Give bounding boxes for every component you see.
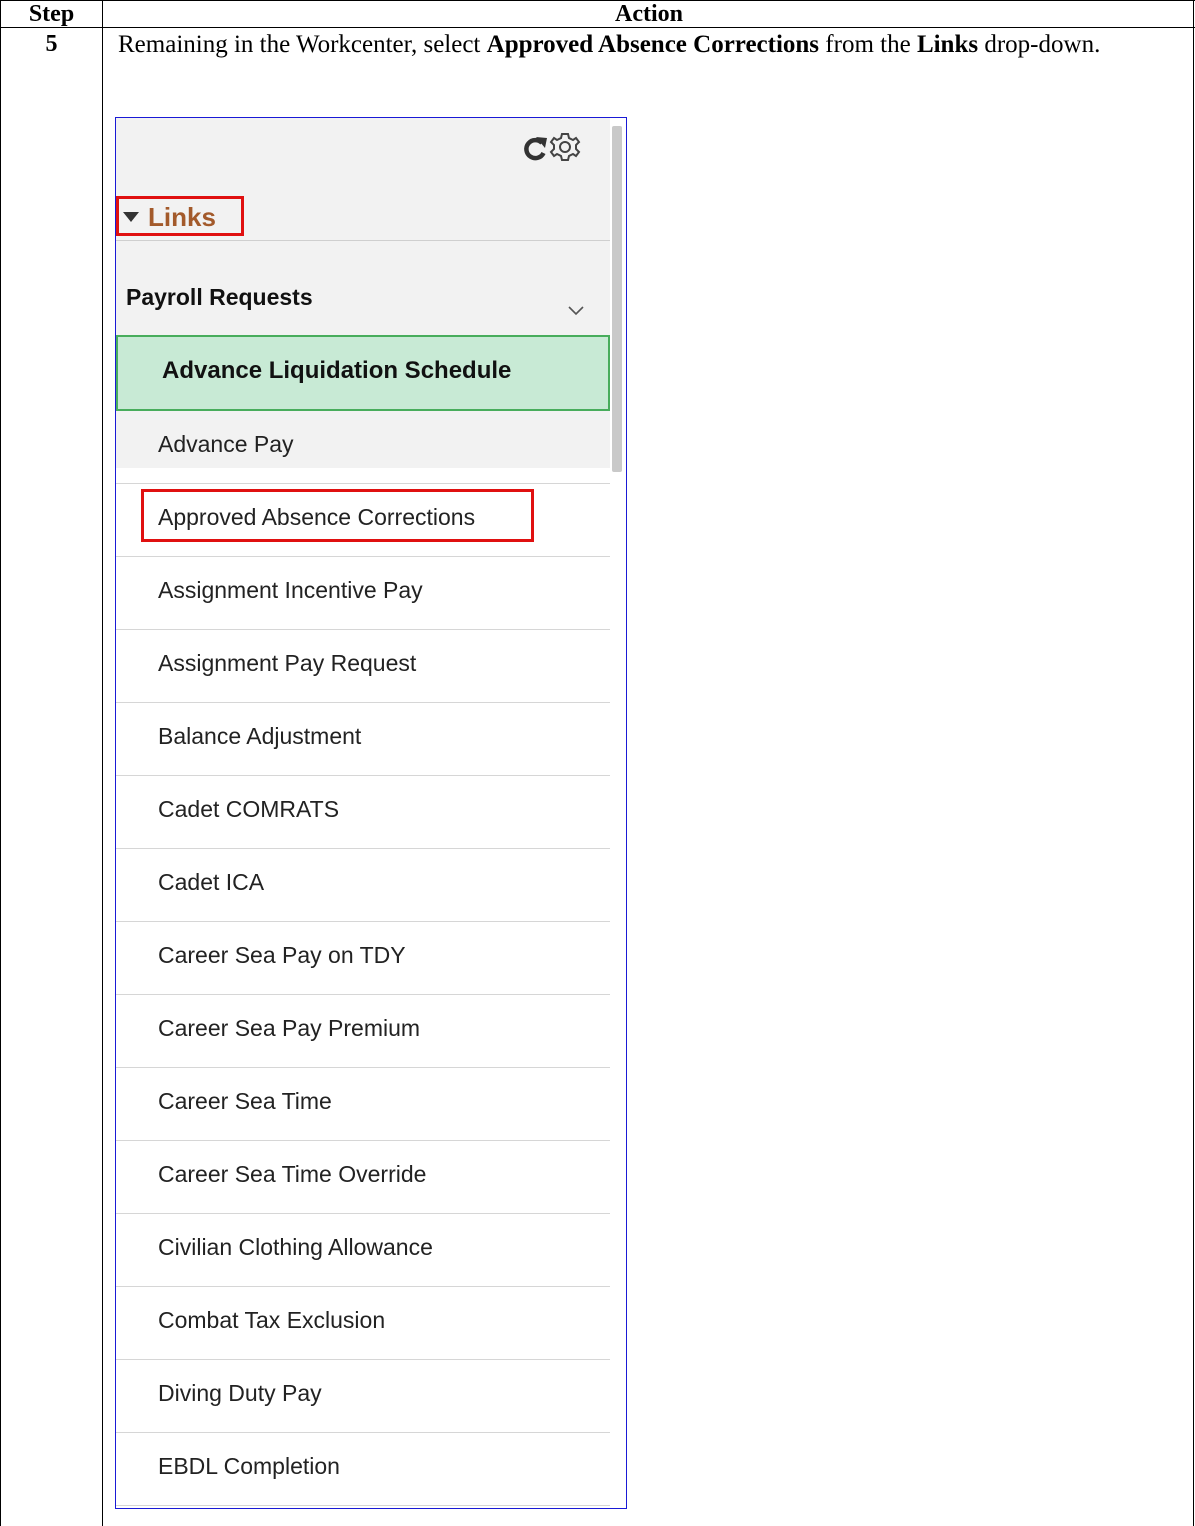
list-item[interactable]: Career Sea Time — [116, 1068, 610, 1141]
selected-item-label: Advance Liquidation Schedule — [162, 357, 512, 384]
list-item[interactable]: Combat Tax Exclusion — [116, 1287, 610, 1360]
list-item-label: EBDL Completion — [158, 1453, 340, 1479]
column-divider — [102, 0, 103, 1526]
list-item-label: Advance Pay — [158, 431, 294, 457]
list-item-label: Career Sea Pay on TDY — [158, 942, 406, 968]
list-item[interactable]: EBDL Completion — [116, 1433, 610, 1506]
step-number: 5 — [45, 31, 58, 57]
list-item[interactable]: Cadet COMRATS — [116, 776, 610, 849]
links-panel-screenshot: Links Payroll Requests Advance Liquidati… — [115, 117, 627, 1509]
callout-highlight-box — [141, 489, 534, 542]
gear-icon[interactable] — [548, 130, 582, 164]
instruction-bold-links: Links — [916, 31, 979, 58]
list-item-label: Assignment Incentive Pay — [158, 577, 423, 603]
list-item-label: Civilian Clothing Allowance — [158, 1234, 433, 1260]
links-label: Links — [148, 202, 216, 232]
refresh-icon[interactable] — [520, 134, 550, 164]
list-item-label: Diving Duty Pay — [158, 1380, 322, 1406]
step-table: Step Action 5 Remaining in the Workcente… — [0, 0, 1195, 1526]
table-header-row: Step Action — [1, 0, 1195, 28]
links-dropdown-toggle[interactable]: Links — [116, 196, 244, 236]
list-item-label: Balance Adjustment — [158, 723, 362, 749]
list-item-label: Career Sea Time — [158, 1088, 332, 1114]
action-header: Action — [615, 1, 683, 27]
list-item[interactable]: Career Sea Pay on TDY — [116, 922, 610, 995]
instruction-text: Remaining in the Workcenter, select Appr… — [118, 30, 1178, 59]
list-item-label: Career Sea Pay Premium — [158, 1015, 421, 1041]
list-item[interactable]: Assignment Pay Request — [116, 630, 610, 703]
list-item[interactable]: Advance Pay — [116, 411, 610, 484]
caret-down-icon — [123, 212, 139, 222]
list-item[interactable]: Career Sea Time Override — [116, 1141, 610, 1214]
instruction-bold-target: Approved Absence Corrections — [486, 31, 820, 58]
scrollbar-thumb[interactable] — [612, 126, 622, 472]
instruction-part-2: from the — [819, 31, 917, 58]
list-item-label: Combat Tax Exclusion — [158, 1307, 386, 1333]
list-item[interactable]: Career Sea Pay Premium — [116, 995, 610, 1068]
list-item-label: Cadet ICA — [158, 869, 265, 895]
list-item-label: Assignment Pay Request — [158, 650, 417, 676]
list-item[interactable]: Balance Adjustment — [116, 703, 610, 776]
chevron-down-icon[interactable] — [568, 306, 584, 316]
list-item-label: Cadet COMRATS — [158, 796, 340, 822]
list-item-selected[interactable]: Advance Liquidation Schedule — [116, 335, 610, 411]
list-item[interactable]: Cadet ICA — [116, 849, 610, 922]
links-divider — [116, 240, 610, 241]
list-item[interactable]: Civilian Clothing Allowance — [116, 1214, 610, 1287]
group-title-payroll-requests[interactable]: Payroll Requests — [126, 284, 313, 311]
list-item-label: Career Sea Time Override — [158, 1161, 427, 1187]
instruction-part-3: drop-down. — [978, 31, 1101, 58]
list-item[interactable]: Assignment Incentive Pay — [116, 557, 610, 630]
instruction-part-1: Remaining in the Workcenter, select — [118, 31, 487, 58]
step-header: Step — [28, 1, 75, 27]
list-item[interactable]: Diving Duty Pay — [116, 1360, 610, 1433]
